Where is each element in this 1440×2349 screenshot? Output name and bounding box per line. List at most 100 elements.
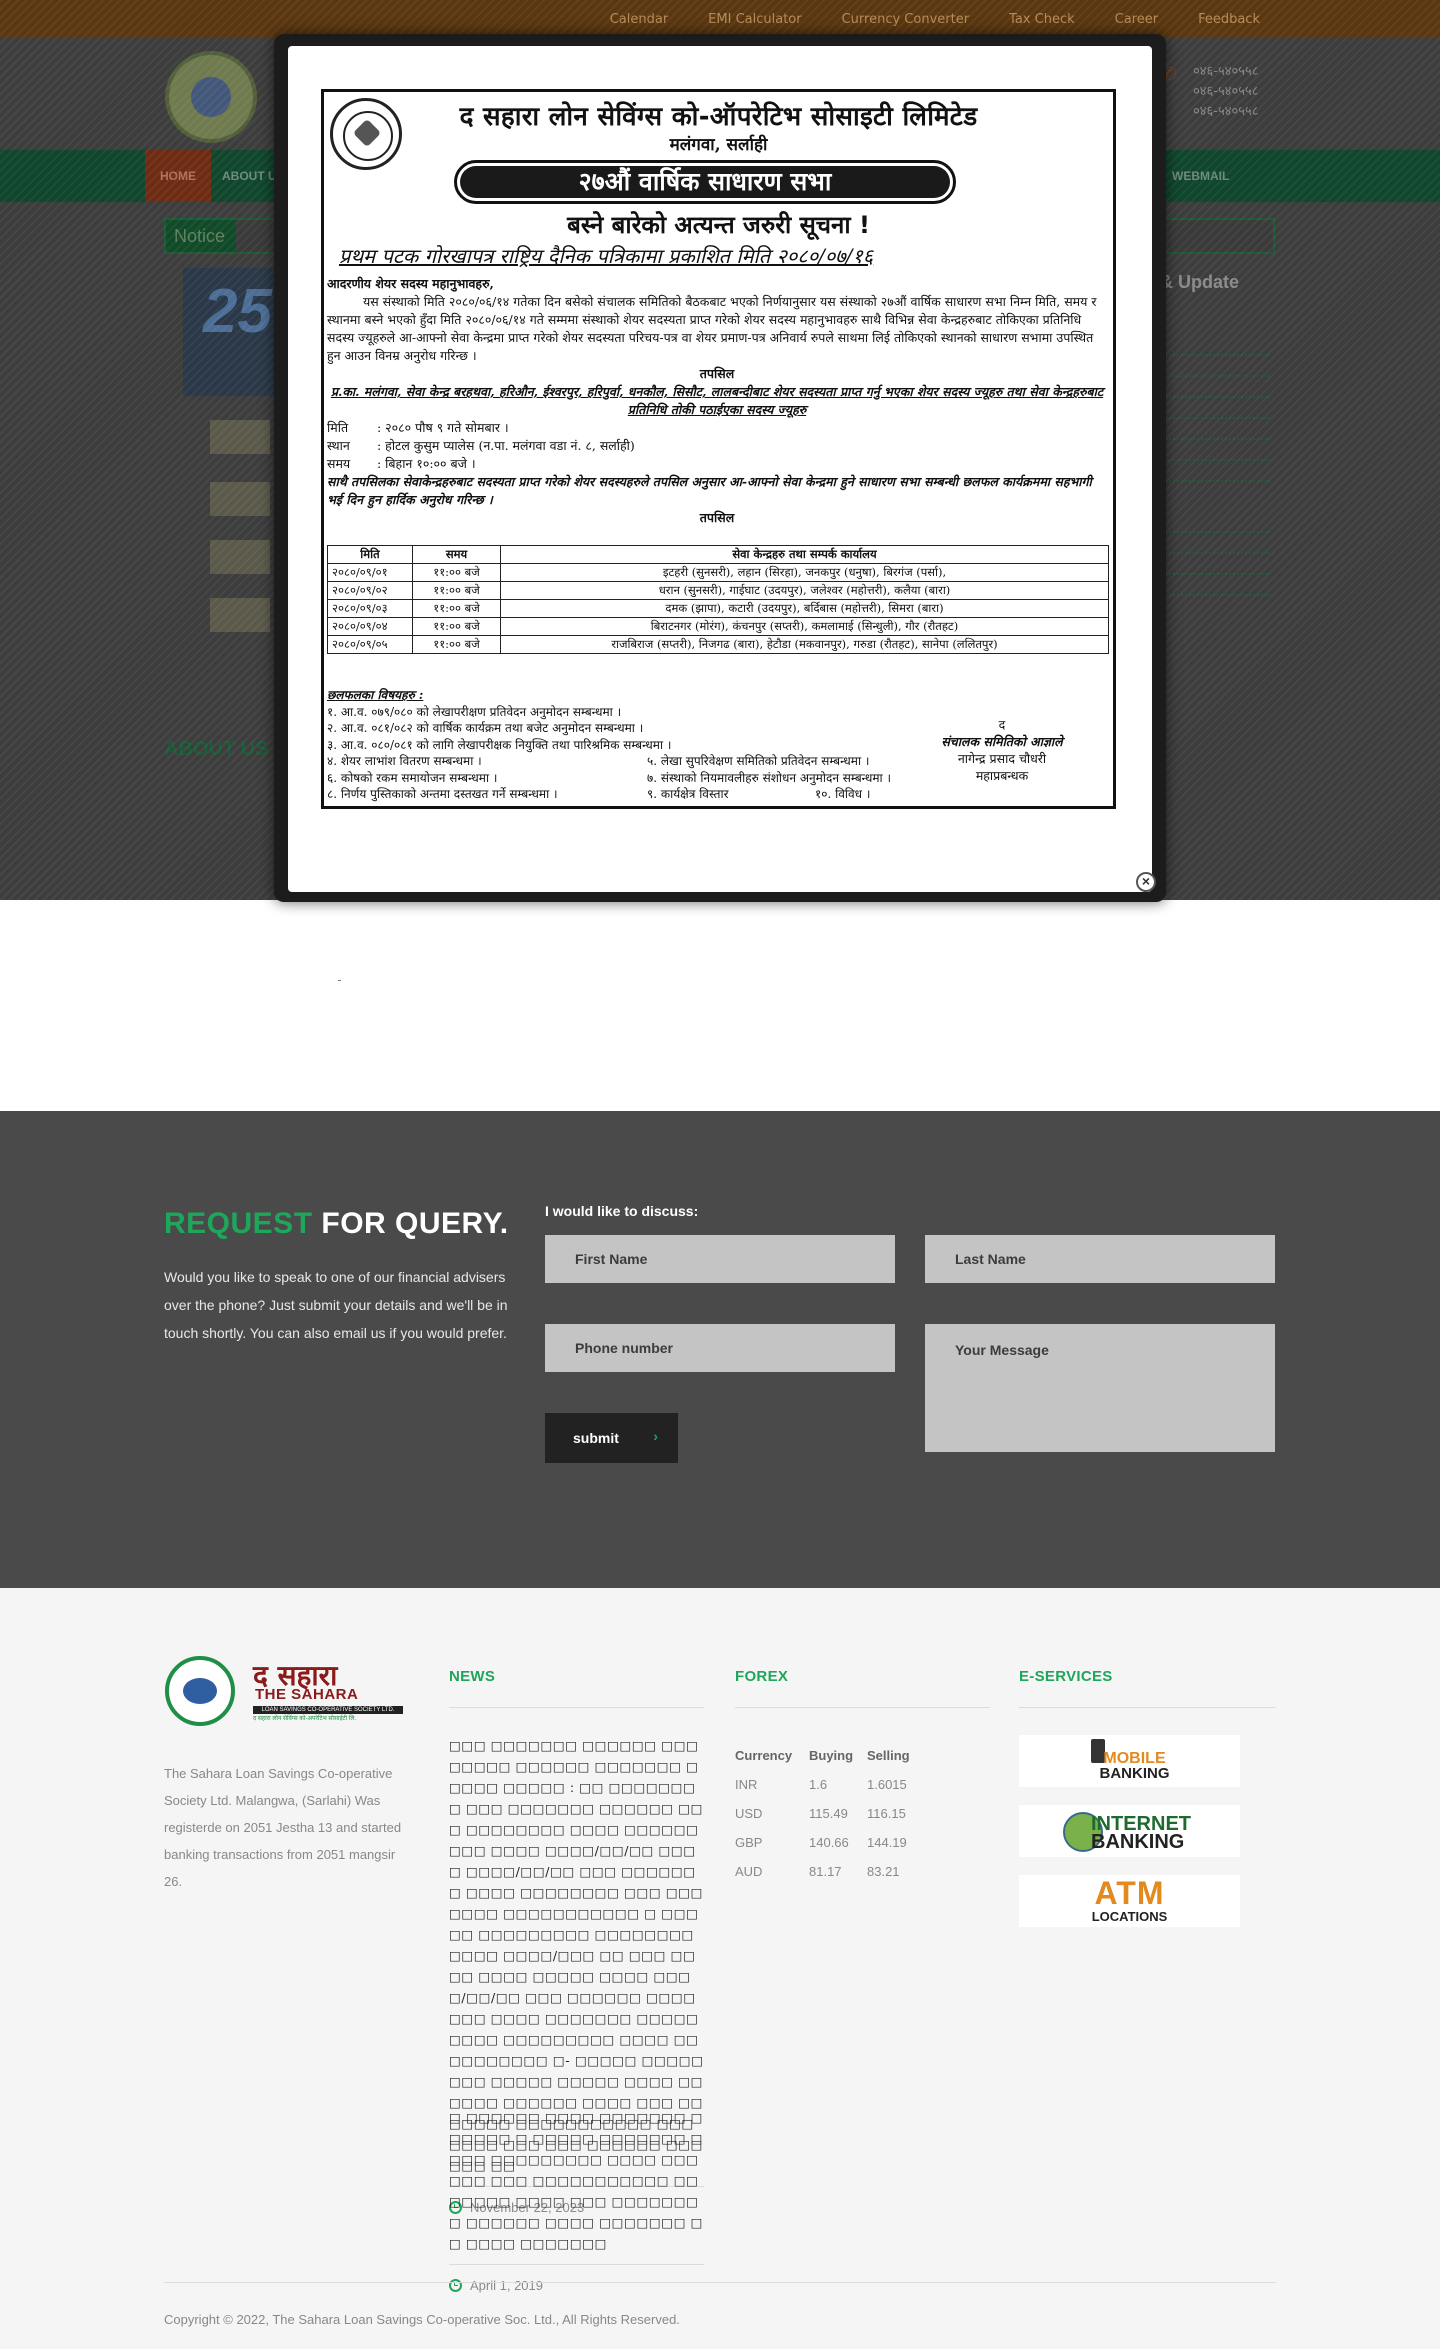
forex-row: USD 115.49 116.15 (735, 1799, 927, 1828)
divider (1019, 1707, 1276, 1708)
signature-name: नागेन्द्र प्रसाद चौधरी (957, 751, 1047, 766)
nav-home[interactable]: HOME (145, 150, 211, 202)
notice-date-value: : २०८० पौष ९ गते सोमबार । (377, 420, 509, 435)
site-footer: द सहारा THE SAHARA LOAN SAVINGS CO-OPERA… (0, 1588, 1440, 2349)
mobile-banking-link[interactable]: MOBILE BANKING (1019, 1735, 1240, 1787)
footer-forex-heading: FOREX (735, 1668, 789, 1685)
clock-icon (449, 2279, 462, 2292)
sidebar-internet-banking[interactable] (210, 420, 270, 454)
topbar-link-currency-converter[interactable]: Currency Converter (842, 12, 969, 27)
agenda-item: १०. विविध । (815, 787, 871, 801)
forex-row: INR 1.6 1.6015 (735, 1770, 927, 1799)
news-links-list (1150, 345, 1270, 606)
agenda-item: ७. संस्थाको नियमावलीहरु संशोधन अनुमोदन स… (647, 770, 892, 785)
phone-number: ०४६-५४०५५८ (1193, 84, 1259, 99)
divider (164, 2282, 1276, 2283)
table-cell-date: २०८०/०९/०५ (327, 635, 413, 654)
footer-logo-bar: LOAN SAVINGS CO-OPERATIVE SOCIETY LTD. (253, 1706, 403, 1714)
sidebar-mobile-banking[interactable] (210, 482, 270, 516)
news-date-text: April 1, 2019 (470, 2278, 543, 2293)
anniversary-badge: 25 (183, 268, 287, 396)
notice-place-value: : होटल कुसुम प्यालेस (न.पा. मलंगवा वडा न… (377, 438, 635, 453)
table-cell-centers: धरान (सुनसरी), गाईघाट (उदयपुर), जलेश्वर … (500, 581, 1109, 600)
notice-title: द सहारा लोन सेविंग्स को-ऑपरेटिभ सोसाइटी … (459, 102, 978, 132)
table-row: २०८०/०९/०१ ११:०० बजे इटहरी (सुनसरी), लहान … (327, 563, 1109, 582)
divider (449, 1707, 704, 1708)
notice-tapsil-heading: तपसिल (699, 366, 735, 381)
notice-location: मलंगवा, सर्लाही (669, 135, 768, 155)
topbar-link-emi-calculator[interactable]: EMI Calculator (708, 12, 801, 27)
notice-tapsil-heading-2: तपसिल (699, 510, 735, 525)
news-item[interactable]: □ □□□□□□ □□□□ □□□□□□□ □□□□□□ □ □□□□□ □□□… (449, 2107, 704, 2293)
first-name-input[interactable] (545, 1235, 895, 1283)
eservice-label: BANKING (1099, 1765, 1170, 1782)
topbar-link-tax-check[interactable]: Tax Check (1009, 12, 1075, 27)
forex-currency: INR (735, 1777, 758, 1792)
popup-content: द सहारा लोन सेविंग्स को-ऑपरेटिभ सोसाइटी … (288, 46, 1156, 892)
table-cell-centers: राजबिराज (सप्तरी), निजगढ (बारा), हेटौडा … (500, 635, 1109, 654)
notice-place-label: स्थान (327, 438, 350, 453)
topbar-link-feedback[interactable]: Feedback (1198, 12, 1260, 27)
footer-logo[interactable]: द सहारा THE SAHARA LOAN SAVINGS CO-OPERA… (165, 1656, 405, 1726)
signature-line: संचालक समितिको आज्ञाले (941, 734, 1063, 749)
forex-selling: 1.6015 (867, 1777, 907, 1792)
topbar-link-calendar[interactable]: Calendar (610, 12, 668, 27)
submit-button[interactable]: submit › (545, 1413, 678, 1463)
forex-selling: 144.19 (867, 1835, 907, 1850)
table-row: २०८०/०९/०२ ११:०० बजे धरान (सुनसरी), गाईघाट… (327, 581, 1109, 600)
query-description: Would you like to speak to one of our fi… (164, 1269, 508, 1341)
footer-news-heading: NEWS (449, 1668, 496, 1685)
atm-locations-link[interactable]: ATM LOCATIONS (1019, 1875, 1240, 1927)
footer-about-text: The Sahara Loan Savings Co-operative Soc… (164, 1766, 402, 1889)
table-header-date: मिति (327, 545, 413, 564)
message-textarea[interactable] (925, 1324, 1275, 1452)
table-row: २०८०/०९/०३ ११:०० बजे दमक (झापा), कटारी (उद… (327, 599, 1109, 618)
about-us-heading: ABOUT US (164, 738, 269, 760)
meeting-schedule-table: मिति समय सेवा केन्द्रहरु तथा सम्पर्क कार… (327, 545, 1109, 654)
query-title: REQUEST FOR QUERY. (164, 1207, 509, 1241)
table-cell-time: ११:०० बजे (412, 635, 501, 654)
forex-buying: 115.49 (809, 1806, 848, 1821)
sidebar-atm-locations[interactable] (210, 598, 270, 632)
nav-about[interactable]: ABOUT U (222, 169, 277, 183)
eservice-label: BANKING (1091, 1831, 1185, 1853)
phone-number: ०४६-५४०५५८ (1193, 64, 1259, 79)
phone-number-input[interactable] (545, 1324, 895, 1372)
notice-paragraph: यस संस्थाको मिति २०८०/०६/१४ गतेका दिन बस… (327, 294, 1097, 363)
close-popup-button[interactable]: × (1136, 872, 1156, 892)
sidebar-sms-banking[interactable] (210, 540, 270, 574)
topbar-link-career[interactable]: Career (1115, 12, 1158, 27)
submit-label: submit (573, 1430, 619, 1446)
notice-note: साथै तपसिलका सेवाकेन्द्रहरुबाट सदस्यता प… (327, 474, 1092, 507)
agenda-item: ६. कोषको रकम समायोजन सम्बन्धमा । (327, 770, 498, 785)
divider (735, 1707, 990, 1708)
internet-banking-link[interactable]: INTERNET BANKING (1019, 1805, 1240, 1857)
notice-publication-line: प्रथम पटक गोरखापत्र राष्ट्रिय दैनिक पत्र… (339, 244, 874, 268)
notice-branches: प्र.का. मलंगवा, सेवा केन्द्र बरहथवा, हरि… (330, 384, 1104, 417)
eservice-label: LOCATIONS (1091, 1909, 1168, 1924)
notice-body: आदरणीय शेयर सदस्य महानुभावहरु, यस संस्था… (327, 275, 1107, 527)
table-cell-time: ११:०० बजे (412, 563, 501, 582)
table-cell-time: ११:०० बजे (412, 599, 501, 618)
query-title-accent: REQUEST (164, 1207, 313, 1240)
table-cell-date: २०८०/०९/०३ (327, 599, 413, 618)
cooperative-seal-logo (165, 1656, 235, 1726)
table-header-time: समय (412, 545, 501, 564)
table-cell-centers: बिराटनगर (मोरंग), कंचनपुर (सप्तरी), कमला… (500, 617, 1109, 636)
header-phone-numbers: ०४६-५४०५५८ ०४६-५४०५५८ ०४६-५४०५५८ (1193, 62, 1259, 122)
table-cell-time: ११:०० बजे (412, 581, 501, 600)
forex-row: AUD 81.17 83.21 (735, 1857, 927, 1886)
nav-webmail[interactable]: WEBMAIL (1172, 169, 1229, 183)
table-row: २०८०/०९/०४ ११:०० बजे बिराटनगर (मोरंग), कंच… (327, 617, 1109, 636)
forex-currency: USD (735, 1806, 763, 1821)
last-name-input[interactable] (925, 1235, 1275, 1283)
eservice-label: ATM (1094, 1875, 1165, 1911)
notice-salutation: आदरणीय शेयर सदस्य महानुभावहरु, (327, 276, 494, 291)
table-header-row: मिति समय सेवा केन्द्रहरु तथा सम्पर्क कार… (327, 545, 1109, 564)
news-text[interactable]: □ □□□□□□ □□□□ □□□□□□□ □□□□□□ □ □□□□□ □□□… (449, 2107, 704, 2254)
divider (338, 980, 341, 981)
site-logo[interactable] (165, 51, 257, 143)
footer-logo-subtitle: द सहारा लोन सेविंग्स को-अपरेटिभ सोसाईटी … (253, 1716, 357, 1722)
notice-signature-block: द संचालक समितिको आज्ञाले नागेन्द्र प्रसा… (892, 716, 1112, 784)
table-header-centers: सेवा केन्द्रहरु तथा सम्पर्क कार्यालय (500, 545, 1109, 564)
